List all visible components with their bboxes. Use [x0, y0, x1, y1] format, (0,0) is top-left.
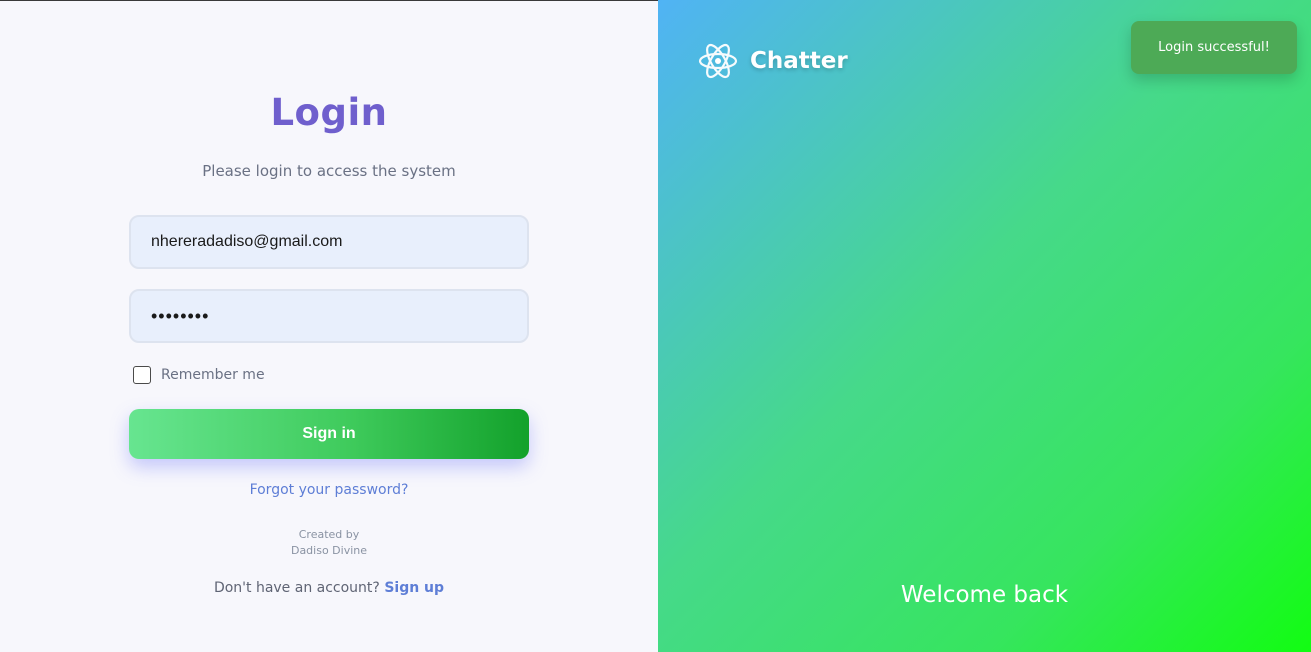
brand-name: Chatter	[750, 48, 848, 74]
email-field[interactable]	[129, 215, 529, 269]
sign-up-link[interactable]: Sign up	[384, 580, 444, 596]
signup-prompt: Don't have an account?	[213, 580, 380, 596]
hero-panel: Chatter Login successful! Welcome back	[658, 0, 1311, 652]
atom-icon	[698, 43, 738, 79]
credit-text: Created by Dadiso Divine	[0, 527, 658, 559]
welcome-text: Welcome back	[900, 582, 1069, 608]
brand: Chatter	[698, 40, 848, 82]
page-subtitle: Please login to access the system	[202, 162, 456, 180]
remember-me-row[interactable]: Remember me	[133, 365, 265, 385]
forgot-password-link[interactable]: Forgot your password?	[0, 482, 658, 498]
page-title: Login	[270, 91, 388, 134]
credit-line-1: Created by	[298, 528, 360, 541]
toast-message: Login successful!	[1158, 40, 1270, 55]
sign-in-button[interactable]: Sign in	[129, 409, 529, 459]
remember-me-checkbox[interactable]	[133, 366, 151, 384]
password-field[interactable]	[129, 289, 529, 343]
credit-line-2: Dadiso Divine	[290, 544, 368, 557]
login-panel: Login Please login to access the system …	[0, 0, 658, 652]
remember-me-label: Remember me	[161, 367, 265, 383]
login-success-toast[interactable]: Login successful!	[1131, 21, 1297, 74]
signup-row: Don't have an account? Sign up	[0, 580, 658, 596]
